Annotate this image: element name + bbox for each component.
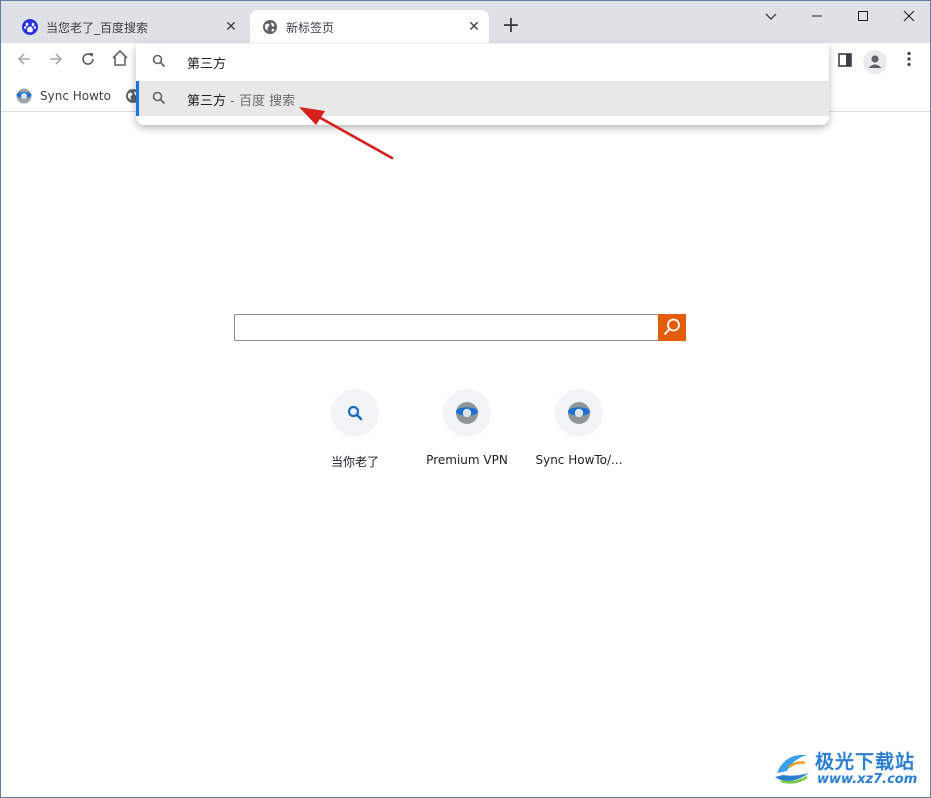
sphere-icon — [16, 88, 32, 104]
globe-icon — [263, 20, 277, 34]
home-button[interactable] — [107, 49, 133, 75]
forward-button[interactable] — [43, 49, 69, 75]
shortcut-tile[interactable]: Sync HowTo/... — [523, 389, 635, 479]
more-vert-icon — [907, 51, 911, 67]
suggestion-engine: 百度 搜索 — [238, 94, 296, 109]
omnibox-input-text[interactable]: 第三方 — [187, 53, 226, 72]
shortcut-label: 当你老了 — [330, 455, 379, 469]
arrow-left-icon — [17, 53, 30, 65]
suggestion-query: 第三方 — [187, 94, 227, 109]
tab-title: 新标签页 — [286, 21, 335, 35]
browser-window: 当您老了_百度搜索 ✕ 新标签页 ✕ + Sync Howto 第三方 第三方 … — [0, 0, 931, 798]
shortcut-label: Premium VPN — [426, 453, 508, 467]
chevron-down-icon — [765, 13, 777, 20]
tab-strip: 当您老了_百度搜索 ✕ 新标签页 ✕ + — [1, 1, 930, 43]
bookmark-label: Sync Howto — [40, 89, 111, 103]
close-icon — [903, 10, 915, 22]
avatar-icon — [868, 55, 882, 68]
watermark-logo-icon — [775, 754, 809, 784]
window-close-button[interactable] — [886, 3, 930, 31]
shortcut-icon-bg — [443, 389, 491, 437]
shortcut-tile[interactable]: Premium VPN — [411, 389, 523, 479]
home-icon — [112, 49, 128, 66]
omnibox-input-row[interactable]: 第三方 — [136, 44, 829, 79]
watermark-name: 极光下载站 — [815, 751, 916, 773]
page-search-input[interactable] — [234, 314, 659, 341]
minimize-icon — [812, 15, 822, 17]
tab-baidu-search[interactable]: 当您老了_百度搜索 ✕ — [10, 10, 246, 43]
sphere-icon — [456, 402, 478, 424]
shortcut-icon-bg — [331, 389, 379, 437]
reload-icon — [82, 53, 94, 65]
back-button[interactable] — [11, 49, 37, 75]
tab-close-icon[interactable]: ✕ — [465, 18, 483, 36]
omnibox-suggestion[interactable]: 第三方 - 百度 搜索 — [136, 81, 829, 116]
search-icon — [152, 54, 166, 68]
shortcut-tile[interactable]: 当你老了 — [299, 389, 411, 479]
annotation-arrow — [299, 107, 394, 160]
tab-search-chevron-icon[interactable] — [748, 3, 794, 31]
bookmark-sync-howto[interactable]: Sync Howto — [16, 85, 111, 107]
tab-new-tab[interactable]: 新标签页 ✕ — [250, 10, 489, 43]
watermark-url: www.xz7.com — [817, 772, 918, 787]
search-icon — [347, 405, 363, 421]
search-icon — [663, 318, 680, 336]
suggestion-text: 第三方 - 百度 搜索 — [187, 90, 295, 109]
watermark: 极光下载站 www.xz7.com — [771, 745, 929, 795]
maximize-button[interactable] — [840, 3, 886, 31]
tab-close-icon[interactable]: ✕ — [222, 18, 240, 36]
side-panel-icon — [838, 53, 852, 67]
suggestion-separator: - — [226, 94, 239, 109]
minimize-button[interactable] — [794, 3, 840, 31]
page-search-button[interactable] — [658, 314, 686, 341]
omnibox-dropdown: 第三方 第三方 - 百度 搜索 — [136, 44, 829, 125]
arrow-right-icon — [50, 53, 63, 65]
reload-button[interactable] — [75, 49, 101, 75]
sphere-icon — [568, 402, 590, 424]
baidu-paw-icon — [22, 19, 38, 35]
search-icon — [152, 91, 166, 105]
menu-button[interactable] — [896, 49, 922, 75]
shortcut-icon-bg — [555, 389, 603, 437]
maximize-icon — [858, 11, 868, 21]
shortcut-label: Sync HowTo/... — [535, 453, 623, 467]
new-tab-button[interactable]: + — [499, 15, 523, 39]
profile-button[interactable] — [863, 50, 887, 74]
tab-title: 当您老了_百度搜索 — [46, 21, 149, 35]
side-panel-button[interactable] — [832, 49, 858, 75]
